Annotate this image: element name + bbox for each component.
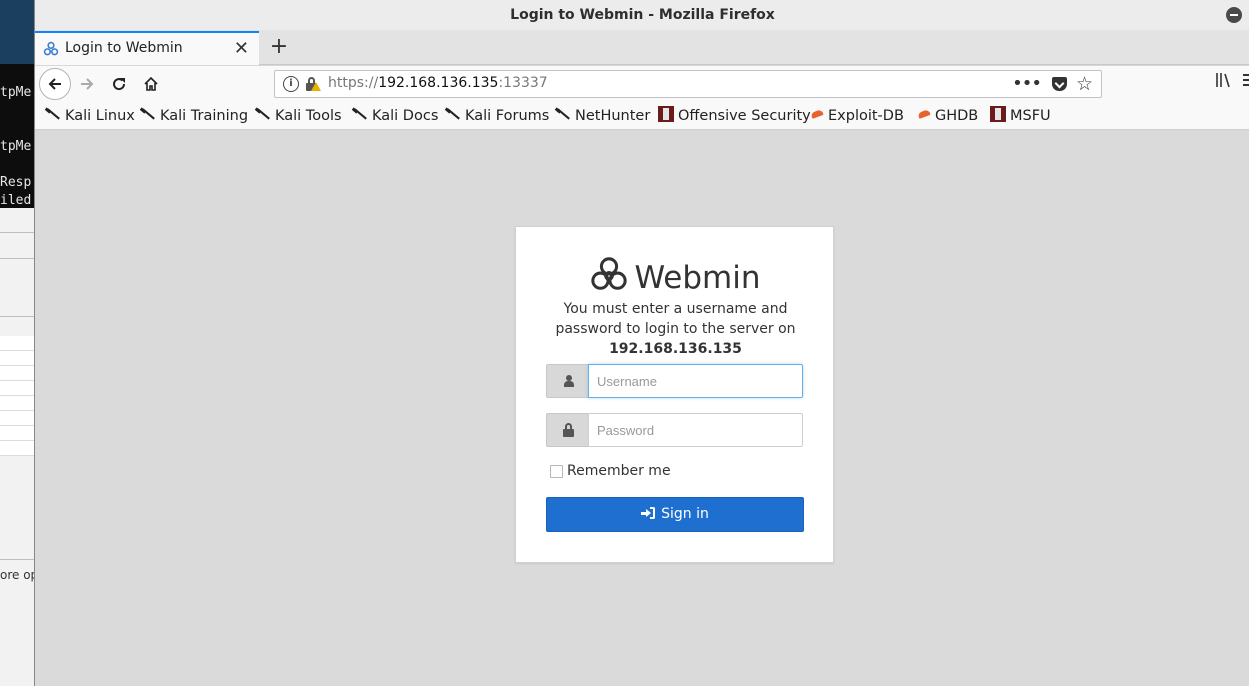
kali-dragon-icon (555, 106, 571, 122)
bookmark-ghdb[interactable]: GHDB (917, 106, 978, 126)
minimize-button[interactable] (1226, 7, 1242, 23)
divider (0, 258, 34, 259)
remember-me-label[interactable]: Remember me (567, 463, 671, 479)
background-terminal: tpMe tpMe Resp iled (0, 64, 34, 208)
terminal-line: tpMe (0, 85, 32, 100)
lock-icon (563, 423, 574, 437)
password-input[interactable] (588, 413, 803, 447)
background-list (0, 336, 34, 456)
bookmark-nethunter[interactable]: NetHunter (555, 106, 650, 126)
home-button[interactable] (135, 68, 167, 100)
list-item (0, 426, 34, 441)
terminal-line: tpMe (0, 139, 32, 154)
background-window: tpMe tpMe Resp iled ore op (0, 0, 34, 686)
login-message: You must enter a username and password t… (536, 299, 815, 359)
username-input[interactable] (588, 364, 803, 398)
url-text[interactable]: https://192.168.136.135:13337 (328, 75, 548, 91)
password-addon (546, 413, 588, 447)
bookmarks-toolbar: Kali Linux Kali Training Kali Tools Kali… (35, 102, 1249, 130)
window-titlebar[interactable]: Login to Webmin - Mozilla Firefox (35, 0, 1249, 30)
password-group (546, 413, 804, 447)
tab-login-to-webmin[interactable]: Login to Webmin ✕ (35, 31, 259, 65)
bookmark-offensive-security[interactable]: Offensive Security (658, 106, 811, 126)
forward-button[interactable] (71, 68, 103, 100)
bookmark-kali-linux[interactable]: Kali Linux (45, 106, 135, 126)
list-item (0, 381, 34, 396)
kali-dragon-icon (445, 106, 461, 122)
bookmark-kali-tools[interactable]: Kali Tools (255, 106, 342, 126)
list-item (0, 411, 34, 426)
reload-button[interactable] (103, 68, 135, 100)
close-tab-icon[interactable]: ✕ (234, 38, 249, 59)
tab-strip: Login to Webmin ✕ + (35, 30, 1249, 65)
sign-in-icon (641, 507, 656, 519)
divider (0, 316, 34, 317)
exploit-db-icon (917, 106, 931, 122)
navigation-toolbar: i https://192.168.136.135:13337 ••• ☆ (35, 66, 1249, 102)
bookmark-kali-training[interactable]: Kali Training (140, 106, 248, 126)
tab-title: Login to Webmin (65, 40, 183, 56)
firefox-window: Login to Webmin - Mozilla Firefox Login … (34, 0, 1249, 686)
kali-dragon-icon (45, 106, 61, 122)
logo-text: Webmin (634, 260, 761, 296)
kali-dragon-icon (255, 106, 271, 122)
offsec-icon (990, 106, 1006, 122)
back-button[interactable] (39, 68, 71, 100)
hamburger-menu-icon[interactable] (1243, 72, 1249, 92)
user-icon (564, 375, 574, 387)
list-item (0, 336, 34, 351)
bookmark-msfu[interactable]: MSFU (990, 106, 1051, 126)
list-item (0, 366, 34, 381)
username-group (546, 364, 804, 398)
webmin-logo: Webmin (516, 255, 835, 296)
new-tab-button[interactable]: + (265, 34, 293, 62)
kali-dragon-icon (140, 106, 156, 122)
page-content: Webmin You must enter a username and pas… (35, 131, 1249, 686)
exploit-db-icon (810, 106, 824, 122)
divider (0, 559, 34, 560)
server-host: 192.168.136.135 (609, 341, 742, 357)
bookmark-kali-forums[interactable]: Kali Forums (445, 106, 549, 126)
sign-in-label: Sign in (661, 506, 709, 522)
webmin-icon (591, 257, 628, 290)
list-item (0, 351, 34, 366)
site-info-icon[interactable]: i (283, 76, 299, 92)
login-message-text: You must enter a username and password t… (555, 301, 796, 337)
kali-dragon-icon (352, 106, 368, 122)
window-title: Login to Webmin - Mozilla Firefox (510, 7, 775, 23)
divider (0, 232, 34, 233)
offsec-icon (658, 106, 674, 122)
webmin-icon (43, 41, 59, 57)
url-bar[interactable]: i https://192.168.136.135:13337 ••• ☆ (274, 70, 1102, 98)
username-addon (546, 364, 588, 398)
bookmark-star-icon[interactable]: ☆ (1076, 73, 1093, 95)
checkbox-box[interactable] (550, 465, 563, 478)
bookmark-kali-docs[interactable]: Kali Docs (352, 106, 438, 126)
insecure-lock-icon[interactable] (305, 76, 321, 92)
pocket-icon[interactable] (1052, 77, 1067, 91)
library-icon[interactable] (1215, 72, 1233, 92)
list-item (0, 441, 34, 456)
login-panel: Webmin You must enter a username and pas… (515, 226, 834, 563)
terminal-line: Resp (0, 175, 32, 190)
bookmark-exploit-db[interactable]: Exploit-DB (810, 106, 904, 126)
background-window-titlebar (0, 0, 34, 64)
list-item (0, 396, 34, 411)
page-actions-icon[interactable]: ••• (1012, 73, 1042, 94)
background-footer-text: ore op (0, 568, 34, 582)
sign-in-button[interactable]: Sign in (546, 497, 804, 532)
